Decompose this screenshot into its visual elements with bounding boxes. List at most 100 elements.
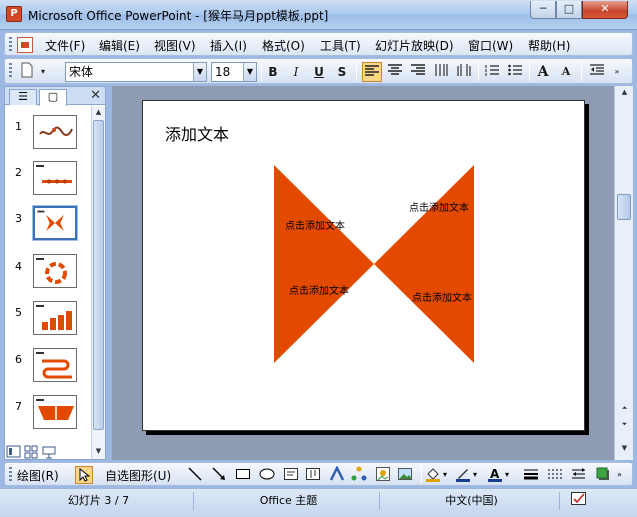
menu-view[interactable]: 视图(V) <box>154 37 196 54</box>
tab-outline[interactable]: ☰ <box>9 89 37 105</box>
minimize-button[interactable]: ─ <box>530 1 556 19</box>
menu-window[interactable]: 窗口(W) <box>468 37 513 54</box>
align-left-button[interactable] <box>362 62 382 82</box>
font-color-icon[interactable]: A <box>487 466 505 484</box>
menu-file[interactable]: 文件(F) <box>45 37 85 54</box>
title-bar: P Microsoft Office PowerPoint - [猴年马月ppt… <box>0 0 637 30</box>
new-document-icon[interactable] <box>17 62 37 82</box>
slide-thumbnail[interactable] <box>33 395 77 429</box>
shape-text-top-right[interactable]: 点击添加文本 <box>409 199 469 214</box>
slide-number: 2 <box>15 166 22 179</box>
slide-number: 1 <box>15 120 22 133</box>
slide-position-status: 幻灯片 3 / 7 <box>4 492 194 510</box>
picture-icon[interactable] <box>397 466 415 484</box>
wordart-icon[interactable] <box>329 465 347 484</box>
columns-icon <box>457 64 471 76</box>
font-size-value: 18 <box>215 65 231 79</box>
rectangle-icon[interactable] <box>235 466 253 484</box>
tab-slides[interactable]: ▢ <box>39 89 67 106</box>
shape-text-top-left[interactable]: 点击添加文本 <box>285 217 345 232</box>
decrease-font-button[interactable]: A <box>556 62 576 82</box>
diagram-icon[interactable] <box>351 466 369 484</box>
toolbar-options-icon[interactable]: » <box>617 466 627 484</box>
line-style-icon[interactable] <box>523 466 541 484</box>
chevron-down-icon[interactable]: ▾ <box>443 466 451 484</box>
line-color-icon[interactable] <box>455 466 473 484</box>
document-icon[interactable] <box>17 37 33 53</box>
slide-title[interactable]: 添加文本 <box>165 121 229 145</box>
menu-edit[interactable]: 编辑(E) <box>99 37 140 54</box>
vertical-textbox-icon[interactable] <box>305 466 323 484</box>
toolbar-options-icon[interactable]: » <box>611 62 623 82</box>
underline-button[interactable]: U <box>309 62 329 82</box>
slideshow-view-icon <box>42 446 56 459</box>
toolbar-grip[interactable] <box>9 63 12 79</box>
spelling-check-icon[interactable] <box>570 491 588 509</box>
increase-font-button[interactable]: A <box>533 62 553 82</box>
clipart-icon[interactable] <box>375 466 393 484</box>
decrease-indent-button[interactable] <box>587 62 607 82</box>
shape-text-bottom-left[interactable]: 点击添加文本 <box>289 282 349 297</box>
scroll-down-icon[interactable]: ▼ <box>618 442 631 455</box>
menu-slideshow[interactable]: 幻灯片放映(D) <box>375 37 454 54</box>
vertical-text-icon <box>435 64 448 76</box>
thumbnail-scrollbar[interactable]: ▲ ▼ <box>91 106 105 459</box>
line-icon[interactable] <box>187 466 205 484</box>
scrollbar-thumb[interactable] <box>93 120 104 430</box>
maximize-button[interactable]: □ <box>556 1 582 19</box>
slide-editing-area[interactable]: 添加文本 点击添加文本 点击添加文本 点击添加文本 点击添加文本 <box>112 86 614 460</box>
bullets-button[interactable] <box>505 62 525 82</box>
fill-color-icon[interactable] <box>425 466 443 484</box>
slide-thumbnail[interactable] <box>33 348 77 382</box>
scroll-up-icon[interactable]: ▲ <box>618 86 631 99</box>
menu-insert[interactable]: 插入(I) <box>210 37 247 54</box>
chevron-down-icon[interactable]: ▾ <box>473 466 481 484</box>
menu-format[interactable]: 格式(O) <box>262 37 305 54</box>
close-icon[interactable]: ✕ <box>90 88 101 103</box>
slides-panel: ☰ ▢ ✕ 1 2 3 4 5 6 7 ▲ ▼ <box>4 86 106 460</box>
numbering-button[interactable] <box>482 62 502 82</box>
align-center-button[interactable] <box>385 62 405 82</box>
slide-thumbnail[interactable] <box>33 115 77 149</box>
text-shadow-button[interactable]: S <box>332 62 352 82</box>
slide-scrollbar[interactable]: ▲ ⏶ ⏷ ▼ <box>614 86 633 460</box>
slide-canvas[interactable]: 添加文本 点击添加文本 点击添加文本 点击添加文本 点击添加文本 <box>142 100 585 431</box>
arrow-style-icon[interactable] <box>571 466 589 484</box>
chevron-down-icon[interactable]: ▾ <box>37 62 49 82</box>
menu-help[interactable]: 帮助(H) <box>528 37 570 54</box>
chevron-down-icon[interactable]: ▾ <box>505 466 513 484</box>
font-size-combo[interactable]: 18 ▼ <box>211 62 257 82</box>
slide-thumbnail[interactable] <box>33 161 77 195</box>
scroll-up-icon[interactable]: ▲ <box>92 106 105 119</box>
align-right-button[interactable] <box>408 62 428 82</box>
bold-button[interactable]: B <box>263 62 283 82</box>
menu-tools[interactable]: 工具(T) <box>320 37 361 54</box>
oval-icon[interactable] <box>259 466 277 484</box>
slide-thumbnail-selected[interactable] <box>32 205 78 241</box>
scroll-down-icon[interactable]: ▼ <box>92 445 105 458</box>
draw-menu-button[interactable]: 绘图(R) <box>17 467 59 484</box>
slide-thumbnail[interactable] <box>33 301 77 335</box>
select-objects-icon[interactable] <box>75 466 93 484</box>
close-button[interactable]: ✕ <box>582 1 628 19</box>
chevron-down-icon[interactable]: ▼ <box>243 63 256 81</box>
textbox-icon[interactable] <box>283 466 301 484</box>
powerpoint-app-icon[interactable]: P <box>6 6 22 22</box>
column-text-button[interactable] <box>454 62 474 82</box>
autoshapes-menu-button[interactable]: 自选图形(U) <box>105 467 171 484</box>
font-name-combo[interactable]: 宋体 ▼ <box>65 62 207 82</box>
shadow-style-icon[interactable] <box>595 466 613 484</box>
scrollbar-thumb[interactable] <box>617 194 631 220</box>
next-slide-icon[interactable]: ⏷ <box>618 418 631 431</box>
dash-style-icon[interactable] <box>547 466 565 484</box>
slide-thumbnail[interactable] <box>33 254 77 288</box>
toolbar-grip[interactable] <box>9 467 12 483</box>
previous-slide-icon[interactable]: ⏶ <box>618 402 631 415</box>
toolbar-grip[interactable] <box>9 37 12 53</box>
italic-button[interactable]: I <box>286 62 306 82</box>
distribute-button[interactable] <box>431 62 451 82</box>
align-left-icon <box>365 65 379 76</box>
shape-text-bottom-right[interactable]: 点击添加文本 <box>412 289 472 304</box>
chevron-down-icon[interactable]: ▼ <box>193 63 206 81</box>
arrow-icon[interactable] <box>211 466 229 484</box>
